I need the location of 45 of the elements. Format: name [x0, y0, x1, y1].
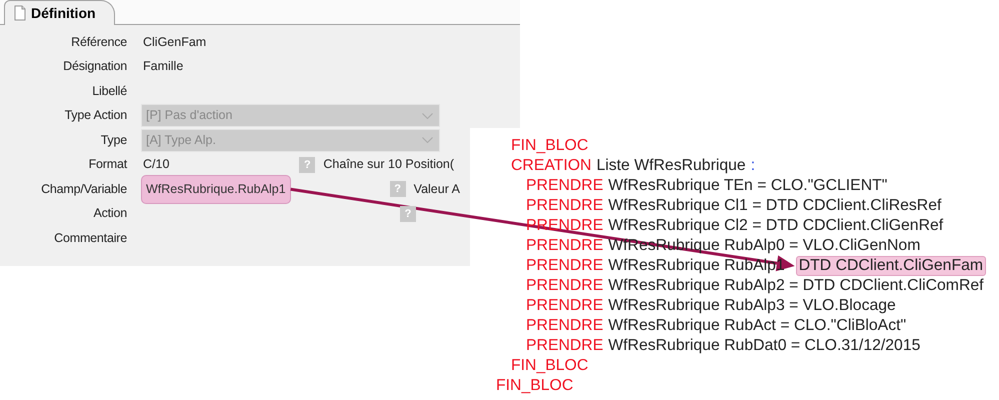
code-keyword: FIN_BLOC	[511, 136, 588, 156]
code-text: WfResRubrique RubAct = CLO."CliBloAct"	[608, 316, 906, 336]
code-keyword: PRENDRE	[526, 296, 604, 316]
code-keyword: PRENDRE	[526, 216, 604, 236]
tab[interactable]: Définition	[4, 0, 115, 25]
highlighted-value: WfResRubrique.RubAlp1	[141, 174, 291, 204]
help-icon[interactable]: ?	[390, 181, 406, 198]
code-keyword: PRENDRE	[526, 276, 604, 296]
chevron-icon	[422, 137, 433, 144]
code-keyword: FIN_BLOC	[496, 376, 574, 396]
field-label: Désignation	[62, 58, 127, 76]
code-keyword: PRENDRE	[526, 236, 604, 256]
field-note: Valeur A	[414, 180, 460, 198]
code-keyword: CREATION	[511, 156, 592, 176]
help-icon[interactable]: ?	[299, 156, 316, 173]
code-text: WfResRubrique RubDat0 = CLO.31/12/2015	[608, 336, 920, 356]
code-text: WfResRubrique Cl1 = DTD CDClient.CliResRef	[608, 196, 942, 216]
field-value: C/10	[143, 156, 170, 174]
field-label: Type Action	[64, 107, 127, 124]
field-label: Action	[92, 205, 127, 222]
code-text: WfResRubrique TEn = CLO."GCLIENT"	[608, 176, 888, 196]
field-label: Commentaire	[53, 230, 127, 247]
code-keyword: PRENDRE	[526, 316, 604, 336]
page-icon	[13, 5, 27, 21]
field-label: Type	[100, 132, 127, 149]
field-value: CliGenFam	[143, 34, 206, 51]
code-text: WfResRubrique Cl2 = DTD CDClient.CliGenRef	[608, 216, 944, 236]
chevron-icon	[422, 112, 433, 119]
code-text: Liste WfResRubrique	[596, 156, 746, 176]
field-value: Famille	[143, 58, 184, 76]
field-note: Chaîne sur 10 Position(	[323, 156, 454, 174]
field-label: Libellé	[91, 82, 127, 100]
code-text: WfResRubrique RubAlp3 = VLO.Blocage	[608, 296, 896, 316]
code-keyword: PRENDRE	[526, 196, 604, 216]
code-keyword: FIN_BLOC	[511, 356, 588, 376]
code-keyword: PRENDRE	[526, 176, 604, 196]
field-label: Format	[88, 156, 127, 174]
code-symbol: :	[750, 156, 756, 176]
help-icon[interactable]: ?	[400, 206, 416, 222]
code-keyword: PRENDRE	[526, 336, 604, 356]
field-label: Champ/Variable	[40, 180, 127, 198]
highlighted-code: DTD CDClient.CliGenFam	[796, 256, 986, 276]
code-text: WfResRubrique RubAlp2 = DTD CDClient.CliComRef	[608, 276, 984, 296]
field-label: Référence	[70, 34, 127, 51]
code-keyword: PRENDRE	[526, 256, 604, 276]
